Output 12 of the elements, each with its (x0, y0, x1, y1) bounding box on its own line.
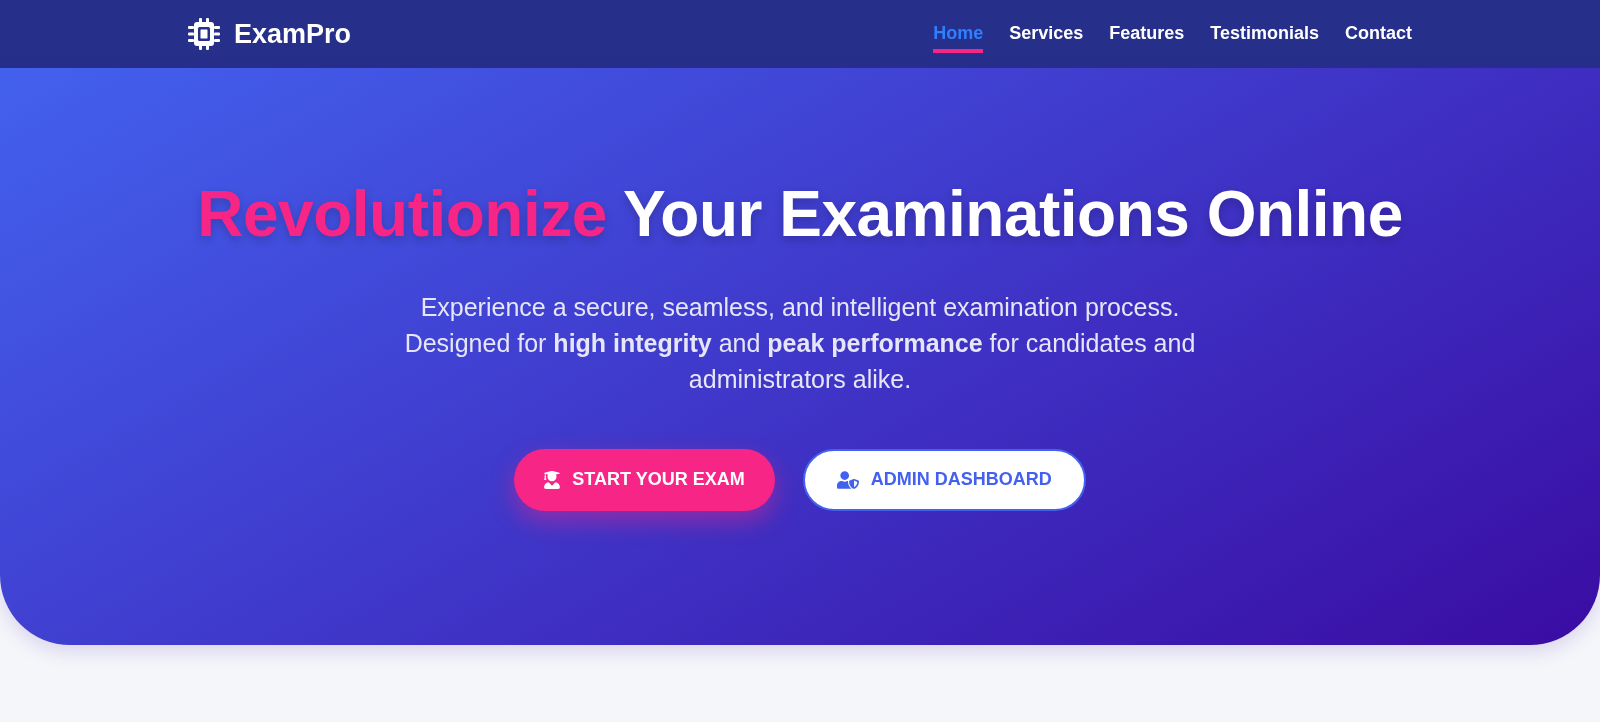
start-exam-button[interactable]: START YOUR EXAM (514, 448, 775, 511)
user-shield-icon (836, 470, 859, 489)
microchip-icon (188, 18, 220, 50)
admin-dashboard-button[interactable]: ADMIN DASHBOARD (802, 448, 1086, 511)
nav-link[interactable]: Features (1109, 19, 1185, 49)
hero-heading: Revolutionize Your Examinations Online (197, 177, 1403, 252)
hero-description: Experience a secure, seamless, and intelligent examination process. Designed for high integrity and peak performance for candidates and administrators alike. (403, 291, 1197, 395)
nav-link[interactable]: Testimonials (1210, 19, 1319, 49)
nav-link[interactable]: Contact (1345, 19, 1412, 49)
nav-link[interactable]: Services (1009, 19, 1084, 49)
graduate-icon (544, 470, 561, 489)
brand-name[interactable]: ExamPro (234, 13, 352, 55)
